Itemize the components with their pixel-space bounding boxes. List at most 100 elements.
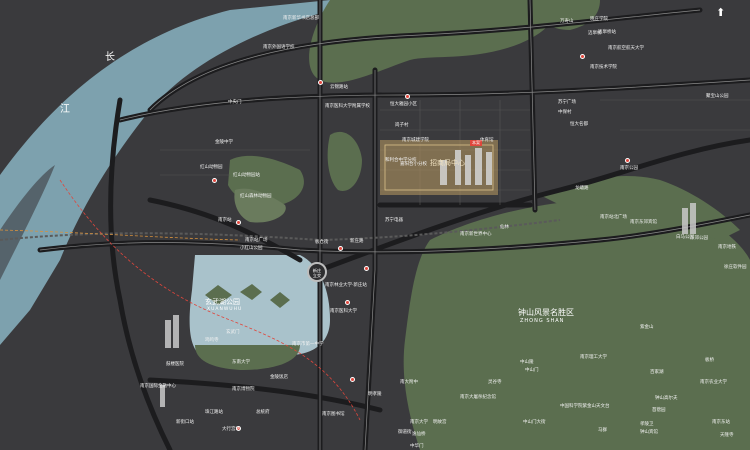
- map-label: 南京东站: [712, 420, 730, 425]
- map-label: 苜蓿园: [652, 408, 666, 413]
- map-label: 御道街: [398, 430, 412, 435]
- map-label: 金陵中学: [215, 140, 233, 145]
- map-label: 南京外国语学校: [263, 45, 295, 50]
- map-label: 南京新华书店总部: [283, 16, 319, 21]
- map-label: 南京图书馆: [322, 412, 345, 417]
- map-label: 红山森林动物园: [240, 194, 272, 199]
- map-label: 南京理工大学: [580, 355, 607, 360]
- map-label: 南京站北广场: [600, 215, 627, 220]
- map-label: 紫金山: [640, 325, 654, 330]
- map-label: 南京医科大学附属学校: [325, 104, 370, 109]
- poi-pin[interactable]: [625, 158, 630, 163]
- zhongshan-park-en: ZHONG SHAN: [520, 318, 565, 324]
- map-label: 万寿山: [560, 19, 574, 24]
- map-label: 南京站: [218, 218, 232, 223]
- project-name: 招商局中心: [430, 159, 465, 167]
- xuanwu-park-en: XUANWUHU: [207, 307, 243, 312]
- map-label: 嘉阳合小分校: [400, 162, 427, 167]
- map-label: 晓庄学院: [590, 17, 608, 22]
- map-label: 珠江路站: [205, 410, 223, 415]
- map-label: 玄武门: [226, 330, 240, 335]
- map-label: 南京城建学院: [402, 138, 429, 143]
- map-label: 南京地铁: [718, 245, 736, 250]
- map-label: 鸡鸣寺: [205, 338, 219, 343]
- map-label: 恒大名都: [570, 122, 588, 127]
- map-label: 南京航空航天大学: [608, 46, 644, 51]
- map-label: 南京新世界中心: [460, 232, 492, 237]
- map-label: 南京公园: [620, 166, 638, 171]
- map-label: 南京市第一中学: [292, 342, 324, 347]
- map-canvas[interactable]: 长 江 ⬆ 玄武湖公园 XUANWUHU 钟山风景名胜区 ZHONG SHAN …: [0, 0, 750, 450]
- interchange-line2: 立交: [312, 273, 322, 278]
- map-label: 中山门: [525, 368, 539, 373]
- hill-green: [327, 131, 362, 191]
- poi-pin[interactable]: [236, 220, 241, 225]
- river-label-jiang: 江: [60, 104, 70, 115]
- map-label: 金陵饭店: [270, 375, 288, 380]
- poi-pin[interactable]: [364, 266, 369, 271]
- map-label: 仙林: [500, 225, 509, 230]
- map-label: 龙蟠路: [575, 186, 589, 191]
- map-label: 灵谷寺: [488, 380, 502, 385]
- map-label: 明孝陵: [368, 392, 382, 397]
- poi-pin[interactable]: [350, 377, 355, 382]
- river-label-chang: 长: [105, 52, 115, 63]
- map-label: 总统府: [256, 410, 270, 415]
- poi-pin[interactable]: [580, 54, 585, 59]
- map-label: 中山门大街: [523, 420, 546, 425]
- map-label: 南京林业大学·新庄站: [325, 283, 367, 288]
- map-label: 东南大学: [232, 360, 250, 365]
- map-label: 体育馆: [480, 138, 494, 143]
- map-label: 南京大屠杀纪念馆: [460, 395, 496, 400]
- map-label: 迈皋桥: [588, 31, 602, 36]
- map-label: 大行宫站: [222, 427, 240, 432]
- map-label: 苏宁电器: [385, 218, 403, 223]
- map-label: 中华门: [410, 444, 424, 449]
- map-label: 马群: [598, 428, 607, 433]
- map-label: 鼓楼医院: [166, 362, 184, 367]
- compass-north-icon: ⬆: [716, 6, 726, 19]
- map-label: 钟山宾馆: [640, 430, 658, 435]
- xinzhuang-interchange-badge: 新庄 立交: [307, 262, 327, 282]
- map-label: 中保村: [558, 110, 572, 115]
- zhongshan-park-name: 钟山风景名胜区: [518, 308, 574, 317]
- map-label: 小红山公园: [240, 246, 263, 251]
- xuanwu-south-park: [195, 345, 300, 370]
- map-label: 东郊公园: [690, 236, 708, 241]
- map-label: 百家湖: [650, 370, 664, 375]
- map-label: 南大附中: [400, 380, 418, 385]
- map-label: 岗子村: [395, 123, 409, 128]
- map-label: 新街口站: [176, 420, 194, 425]
- map-label: 钟山高尔夫: [655, 396, 678, 401]
- poi-pin[interactable]: [405, 94, 410, 99]
- poi-pin[interactable]: [338, 246, 343, 251]
- poi-pin[interactable]: [345, 300, 350, 305]
- map-label: 明故宫: [433, 420, 447, 425]
- map-label: 南京技术学院: [590, 65, 617, 70]
- road-south-ew: [147, 377, 383, 413]
- map-graphics: [0, 0, 750, 450]
- map-label: 南京大学: [410, 420, 428, 425]
- map-label: 中国科学院紫金山天文台: [560, 404, 610, 409]
- map-label: 徐庄软件园: [724, 265, 747, 270]
- xuanwu-park-name: 玄武湖公园: [205, 298, 240, 306]
- map-label: 天隆寺: [720, 433, 734, 438]
- map-label: 红山动物园: [200, 165, 223, 170]
- map-label: 逸仙桥: [412, 432, 426, 437]
- poi-pin[interactable]: [318, 80, 323, 85]
- map-label: 中山陵: [520, 360, 534, 365]
- map-label: 红山动物园站: [233, 173, 260, 178]
- map-label: 南京农业大学: [700, 380, 727, 385]
- map-label: 孝陵卫: [640, 422, 654, 427]
- map-label: 聚宝山公园: [706, 94, 729, 99]
- map-label: 恒大雅园小区: [390, 102, 417, 107]
- map-label: 新庄路: [350, 239, 364, 244]
- map-label: 南京国际金融中心: [140, 384, 176, 389]
- map-label: 云锦路站: [330, 85, 348, 90]
- map-label: 南京医科大学: [330, 309, 357, 314]
- map-label: 南京站广场: [245, 238, 268, 243]
- poi-pin[interactable]: [212, 178, 217, 183]
- map-label: 南京东郊宾馆: [630, 220, 657, 225]
- map-label: 中央门: [228, 100, 242, 105]
- map-label: 苏宁广场: [558, 100, 576, 105]
